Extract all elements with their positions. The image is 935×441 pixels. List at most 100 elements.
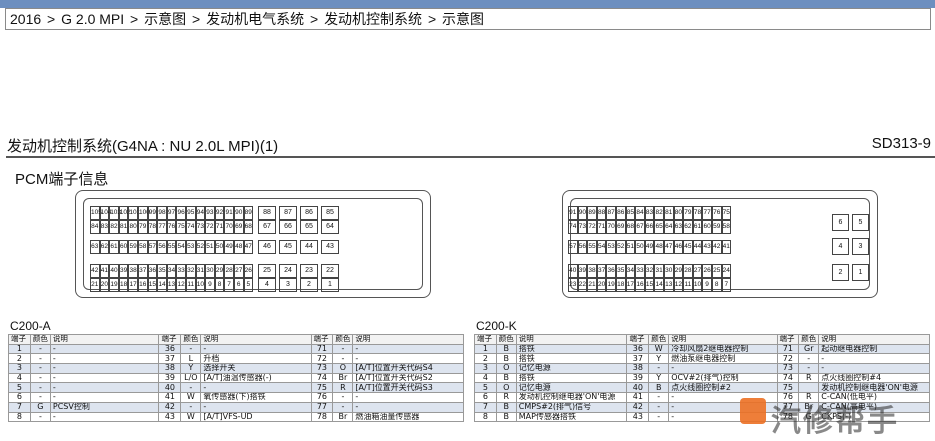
pin-number-cell: 73 <box>776 363 800 374</box>
connector-pin: 58 <box>721 220 732 234</box>
pin-number-cell: 71 <box>776 343 800 355</box>
connector-pin: 25 <box>258 264 276 278</box>
connector-pin: 52 <box>195 240 206 254</box>
connector-pin: 21 <box>90 278 100 292</box>
pin-number-cell: 43 <box>626 411 650 423</box>
connector-pin: 79 <box>683 206 693 220</box>
breadcrumb-item[interactable]: 发动机控制系统 <box>324 11 422 27</box>
wire-color-cell: - <box>332 353 354 365</box>
pin-number-cell: 6 <box>8 392 31 403</box>
description-cell: 氧传感器(下)搭铁 <box>200 392 312 403</box>
wire-color-cell: W <box>180 392 202 403</box>
breadcrumb-item[interactable]: G 2.0 MPI <box>61 11 124 27</box>
connector-pin: 52 <box>615 240 626 254</box>
connector-pin-row: 42 41 40 39 38 37 36 35 34 33 32 31 30 29 28 27 26 <box>90 264 254 278</box>
connector-pin: 13 <box>166 278 177 292</box>
pin-number-cell: 74 <box>310 372 334 384</box>
description-cell: - <box>49 372 160 384</box>
connector-pin: 23 <box>568 278 578 292</box>
connector-pin: 18 <box>118 278 129 292</box>
connector-pin: 63 <box>90 240 100 254</box>
connector-pin: 90 <box>233 206 244 220</box>
connector-pin: 56 <box>157 240 167 254</box>
pin-number-cell: 40 <box>158 382 182 394</box>
pin-number-cell: 77 <box>310 401 334 413</box>
connector-pin: 40 <box>568 264 578 278</box>
wire-color-cell: - <box>180 401 202 413</box>
pin-number-cell: 2 <box>474 353 497 365</box>
connector-pin: 68 <box>625 220 636 234</box>
connector-pin: 43 <box>702 240 712 254</box>
connector-pin: 101 <box>128 206 140 220</box>
pin-number-cell: 42 <box>158 401 182 413</box>
connector-pin: 3 <box>852 238 869 255</box>
connector-pin: 20 <box>99 278 110 292</box>
wire-color-cell: - <box>332 392 354 403</box>
connector-pin: 10 <box>195 278 206 292</box>
connector-pin: 95 <box>185 206 196 220</box>
connector-pin: 17 <box>625 278 636 292</box>
wire-color-cell: B <box>495 411 517 423</box>
connector-pin: 73 <box>577 220 588 234</box>
connector-pin: 48 <box>654 240 664 254</box>
breadcrumb-item[interactable]: 示意图 <box>144 11 186 27</box>
connector-pin: 40 <box>109 264 119 278</box>
pin-number-cell: 5 <box>8 382 31 394</box>
description-cell: 搭铁 <box>515 343 628 355</box>
description-cell: OCV#2(排气)控制 <box>668 372 778 384</box>
connector-pin: 15 <box>147 278 158 292</box>
connector-pin: 24 <box>279 264 297 278</box>
connector-pin: 42 <box>90 264 100 278</box>
connector-pin: 20 <box>596 278 607 292</box>
connector-pin: 70 <box>224 220 234 234</box>
connector-pin: 11 <box>185 278 196 292</box>
breadcrumb-item[interactable]: 示意图 <box>442 11 484 27</box>
connector-pin: 85 <box>625 206 636 220</box>
connector-pin: 11 <box>683 278 693 292</box>
connector-pin: 59 <box>128 240 138 254</box>
pin-number-cell: 36 <box>158 343 182 355</box>
wire-color-cell: - <box>798 353 820 365</box>
description-cell: - <box>49 363 160 374</box>
connector-pin: 49 <box>224 240 234 254</box>
connector-pin: 6 <box>832 214 849 231</box>
connector-pin: 9 <box>702 278 712 292</box>
connector-pin: 2 <box>300 278 318 292</box>
connector-pin: 43 <box>321 240 339 254</box>
connector-pin: 76 <box>166 220 177 234</box>
connector-pin-row: 46 45 44 43 <box>258 240 339 254</box>
connector-pin: 62 <box>99 240 110 254</box>
connector-pin: 31 <box>195 264 206 278</box>
breadcrumb-item[interactable]: 2016 <box>10 11 41 27</box>
breadcrumb: 2016 > G 2.0 MPI > 示意图 > 发动机电气系统 > 发动机控制… <box>5 8 931 30</box>
connector-pin: 70 <box>606 220 616 234</box>
table-header-cell: 端子 <box>310 334 334 345</box>
wire-color-cell: B <box>495 401 517 413</box>
connector-pin: 66 <box>644 220 655 234</box>
connector-pin: 72 <box>205 220 215 234</box>
connector-pin-row: 88 87 86 85 <box>258 206 339 220</box>
connector-pin-row: 23 22 21 20 19 18 17 16 15 14 13 12 11 10 9 8 7 <box>568 278 732 292</box>
breadcrumb-item[interactable]: 发动机电气系统 <box>206 11 304 27</box>
connector-pin: 14 <box>157 278 167 292</box>
description-cell: 点火线圈控制#4 <box>818 372 930 384</box>
connector-pin-row: 91 90 89 88 87 86 85 84 83 82 81 80 79 78 77 76 75 <box>568 206 732 220</box>
table-row: 5- -40- -75 R [A/T]位置开关代码S3 <box>8 382 464 394</box>
pin-number-cell: 40 <box>626 382 650 394</box>
description-cell: 搭铁 <box>515 372 628 384</box>
connector-pin: 29 <box>214 264 225 278</box>
wire-color-cell: - <box>648 411 670 423</box>
connector-pin-row: 21 20 19 18 17 16 15 14 13 12 11 10 9 8 7 6 5 <box>90 278 254 292</box>
pin-number-cell: 38 <box>158 363 182 374</box>
connector-pin: 22 <box>321 264 339 278</box>
description-cell: [A/T]油温传感器(-) <box>200 372 312 384</box>
connector-pin: 60 <box>118 240 129 254</box>
table-header-cell: 颜色 <box>332 334 354 345</box>
description-cell: - <box>49 343 160 355</box>
connector-pin: 46 <box>258 240 276 254</box>
connector-pin: 19 <box>109 278 119 292</box>
pin-table-a: 端子 颜色 说明 端子 颜色 说明 端子 颜色 说明 1- -36- -71- -2- -37 L 升档 72-… <box>8 334 464 423</box>
wire-color-cell: - <box>332 343 354 355</box>
wire-color-cell: R <box>495 392 517 403</box>
table-row: 1- -36- -71- - <box>8 343 464 355</box>
